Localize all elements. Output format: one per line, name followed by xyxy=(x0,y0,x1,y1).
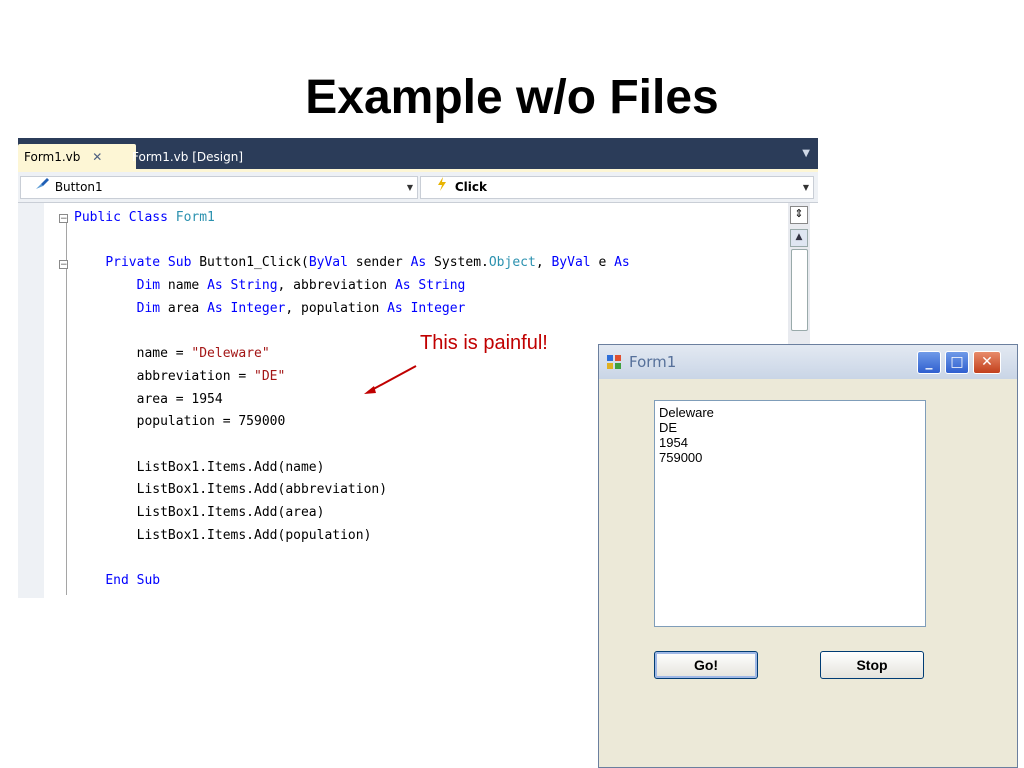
code-token: As Integer xyxy=(207,300,286,316)
close-tab-icon[interactable]: ✕ xyxy=(92,150,102,164)
code-token: Dim xyxy=(136,278,161,294)
tab-label: Form1.vb xyxy=(24,150,81,164)
form1-window: Form1 _ □ ✕ Deleware DE 1954 759000 Go! … xyxy=(598,344,1018,768)
form1-title: Form1 xyxy=(629,353,677,371)
code-token: As xyxy=(410,255,427,271)
code-token: Private Sub xyxy=(105,255,200,271)
code-token: area = 1954 xyxy=(74,391,223,407)
code-line[interactable]: Private Sub Button1_Click(ByVal sender A… xyxy=(74,252,630,275)
code-token: , xyxy=(535,255,552,271)
code-token: ListBox1.Items.Add(population) xyxy=(74,527,372,543)
code-token: Object xyxy=(488,255,536,271)
code-token: As String xyxy=(394,278,466,294)
code-token: Form1 xyxy=(175,210,215,225)
stop-button[interactable]: Stop xyxy=(820,651,924,679)
red-arrow-icon xyxy=(364,365,417,394)
code-token: area xyxy=(160,300,208,316)
source-code[interactable]: Public Class Form1 Private Sub Button1_C… xyxy=(74,207,630,593)
code-line[interactable] xyxy=(74,434,630,457)
code-line[interactable] xyxy=(74,230,630,253)
code-token: abbreviation = xyxy=(74,368,255,384)
code-line[interactable]: population = 759000 xyxy=(74,411,630,434)
chevron-down-icon: ▼ xyxy=(406,183,413,192)
code-token: Button1_Click( xyxy=(199,255,309,271)
code-line[interactable]: abbreviation = "DE" xyxy=(74,366,630,389)
code-token: ListBox1.Items.Add(name) xyxy=(74,459,325,475)
code-line[interactable]: Public Class Form1 xyxy=(74,207,630,230)
code-line[interactable]: Dim area As Integer, population As Integ… xyxy=(74,298,630,321)
event-combo-value: Click xyxy=(454,180,487,194)
code-token: ByVal xyxy=(551,255,591,271)
code-token: name xyxy=(160,278,208,294)
code-token: e xyxy=(590,255,615,271)
document-tab-strip: Form1.vb ✕ Form1.vb [Design] ▼ xyxy=(18,138,818,171)
object-combo[interactable]: Button1 ▼ xyxy=(20,176,418,199)
code-token: As xyxy=(614,255,630,271)
list-item[interactable]: Deleware xyxy=(659,405,925,420)
outline-guide xyxy=(66,215,67,595)
code-token: Dim xyxy=(136,300,161,316)
code-line[interactable]: ListBox1.Items.Add(population) xyxy=(74,525,630,548)
tab-list-dropdown-icon[interactable]: ▼ xyxy=(802,148,810,159)
code-token: System. xyxy=(426,255,489,271)
event-combo[interactable]: Click ▼ xyxy=(420,176,814,199)
code-line[interactable]: ListBox1.Items.Add(abbreviation) xyxy=(74,479,630,502)
code-token: As Integer xyxy=(387,300,466,316)
code-token: ListBox1.Items.Add(area) xyxy=(74,505,325,521)
tab-label: Form1.vb [Design] xyxy=(132,150,244,164)
tab-form1-design[interactable]: Form1.vb [Design] xyxy=(126,144,249,170)
code-token: population = 759000 xyxy=(74,414,286,430)
form1-titlebar[interactable]: Form1 _ □ ✕ xyxy=(599,345,1017,379)
code-line[interactable]: ListBox1.Items.Add(area) xyxy=(74,502,630,525)
code-token: Public Class xyxy=(74,210,176,225)
code-line[interactable]: ListBox1.Items.Add(name) xyxy=(74,457,630,480)
button-control-icon xyxy=(33,177,51,198)
collapse-class-icon[interactable]: − xyxy=(59,214,68,224)
list-item[interactable]: 1954 xyxy=(659,435,925,450)
code-line[interactable] xyxy=(74,548,630,571)
object-combo-value: Button1 xyxy=(54,180,103,194)
maximize-icon[interactable]: □ xyxy=(945,351,969,374)
code-line[interactable]: End Sub xyxy=(74,570,630,593)
code-line[interactable]: area = 1954 xyxy=(74,389,630,412)
split-window-icon[interactable]: ⇕ xyxy=(790,206,808,224)
code-token: End Sub xyxy=(105,573,161,589)
indicator-margin xyxy=(18,203,44,598)
scroll-up-icon[interactable]: ▲ xyxy=(790,229,808,247)
code-token: ListBox1.Items.Add(abbreviation) xyxy=(74,482,388,498)
code-token: As String xyxy=(207,278,278,294)
code-token: "DE" xyxy=(254,368,286,384)
lightning-event-icon xyxy=(433,177,451,198)
slide-title: Example w/o Files xyxy=(305,71,719,124)
list-item[interactable]: DE xyxy=(659,420,925,435)
code-token: "Deleware" xyxy=(191,346,270,362)
close-icon[interactable]: ✕ xyxy=(973,351,1001,374)
navigation-bar: Button1 ▼ Click ▼ xyxy=(18,172,818,203)
code-token: ByVal xyxy=(308,255,348,271)
minimize-icon[interactable]: _ xyxy=(917,351,941,374)
code-token: sender xyxy=(347,255,411,271)
code-line[interactable]: Dim name As String, abbreviation As Stri… xyxy=(74,275,630,298)
painful-annotation: This is painful! xyxy=(420,332,548,354)
form-app-icon xyxy=(607,355,621,369)
code-token: , population xyxy=(285,300,388,316)
collapse-sub-icon[interactable]: − xyxy=(59,260,68,270)
code-token: , abbreviation xyxy=(277,278,395,294)
chevron-down-icon: ▼ xyxy=(802,183,809,192)
list-item[interactable]: 759000 xyxy=(659,450,925,465)
listbox1[interactable]: Deleware DE 1954 759000 xyxy=(654,400,926,627)
go-button[interactable]: Go! xyxy=(654,651,758,679)
scroll-thumb[interactable] xyxy=(791,249,808,331)
tab-form1-vb[interactable]: Form1.vb ✕ xyxy=(18,144,136,170)
code-token: name = xyxy=(74,346,192,362)
